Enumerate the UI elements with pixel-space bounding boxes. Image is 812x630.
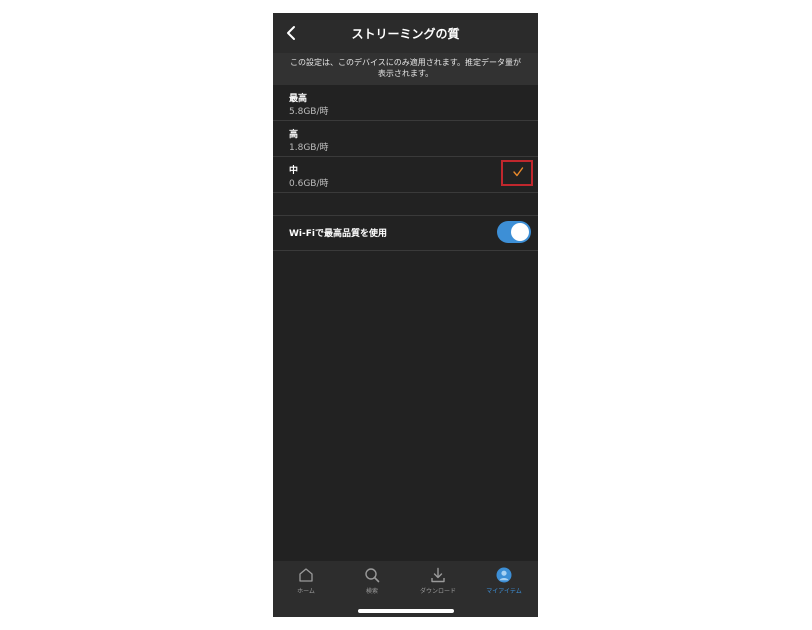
wifi-best-quality-label: Wi-Fiで最高品質を使用 <box>289 229 387 239</box>
home-icon <box>299 568 313 582</box>
checkmark-icon <box>513 167 524 177</box>
selected-highlight-box <box>501 160 533 186</box>
option-rate: 0.6GB/時 <box>289 179 329 189</box>
wifi-best-quality-row: Wi-Fiで最高品質を使用 <box>273 215 538 251</box>
wifi-best-quality-toggle[interactable] <box>497 221 531 243</box>
download-icon <box>431 567 445 583</box>
option-rate: 5.8GB/時 <box>289 107 329 117</box>
option-name: 高 <box>289 130 299 140</box>
tab-label: マイアイテム <box>486 588 522 595</box>
home-indicator[interactable] <box>358 609 454 613</box>
tab-home[interactable]: ホーム <box>273 567 339 601</box>
tab-label: ダウンロード <box>419 588 456 595</box>
settings-content: 最高 5.8GB/時 高 1.8GB/時 中 0.6GB/時 Wi-Fiで最高品… <box>273 85 538 563</box>
profile-icon <box>496 567 512 583</box>
notice-text: この設定は、このデバイスにのみ適用されます。推定データ量が表示されます。 <box>273 53 538 85</box>
option-name: 中 <box>289 166 299 176</box>
quality-option-medium[interactable]: 中 0.6GB/時 <box>273 157 538 193</box>
tab-label: 検索 <box>365 588 378 595</box>
header-bar: ストリーミングの質 <box>273 13 538 53</box>
tab-label: ホーム <box>297 588 315 595</box>
toggle-knob <box>511 223 529 241</box>
option-name: 最高 <box>289 94 308 104</box>
tab-search[interactable]: 検索 <box>339 567 405 601</box>
quality-option-high[interactable]: 高 1.8GB/時 <box>273 121 538 157</box>
tab-download[interactable]: ダウンロード <box>405 567 471 601</box>
phone-screen: ストリーミングの質 この設定は、このデバイスにのみ適用されます。推定データ量が表… <box>273 13 538 617</box>
option-rate: 1.8GB/時 <box>289 143 329 153</box>
page-title: ストリーミングの質 <box>351 27 460 41</box>
quality-option-highest[interactable]: 最高 5.8GB/時 <box>273 85 538 121</box>
search-icon <box>365 568 380 583</box>
tab-my-items[interactable]: マイアイテム <box>471 567 537 601</box>
